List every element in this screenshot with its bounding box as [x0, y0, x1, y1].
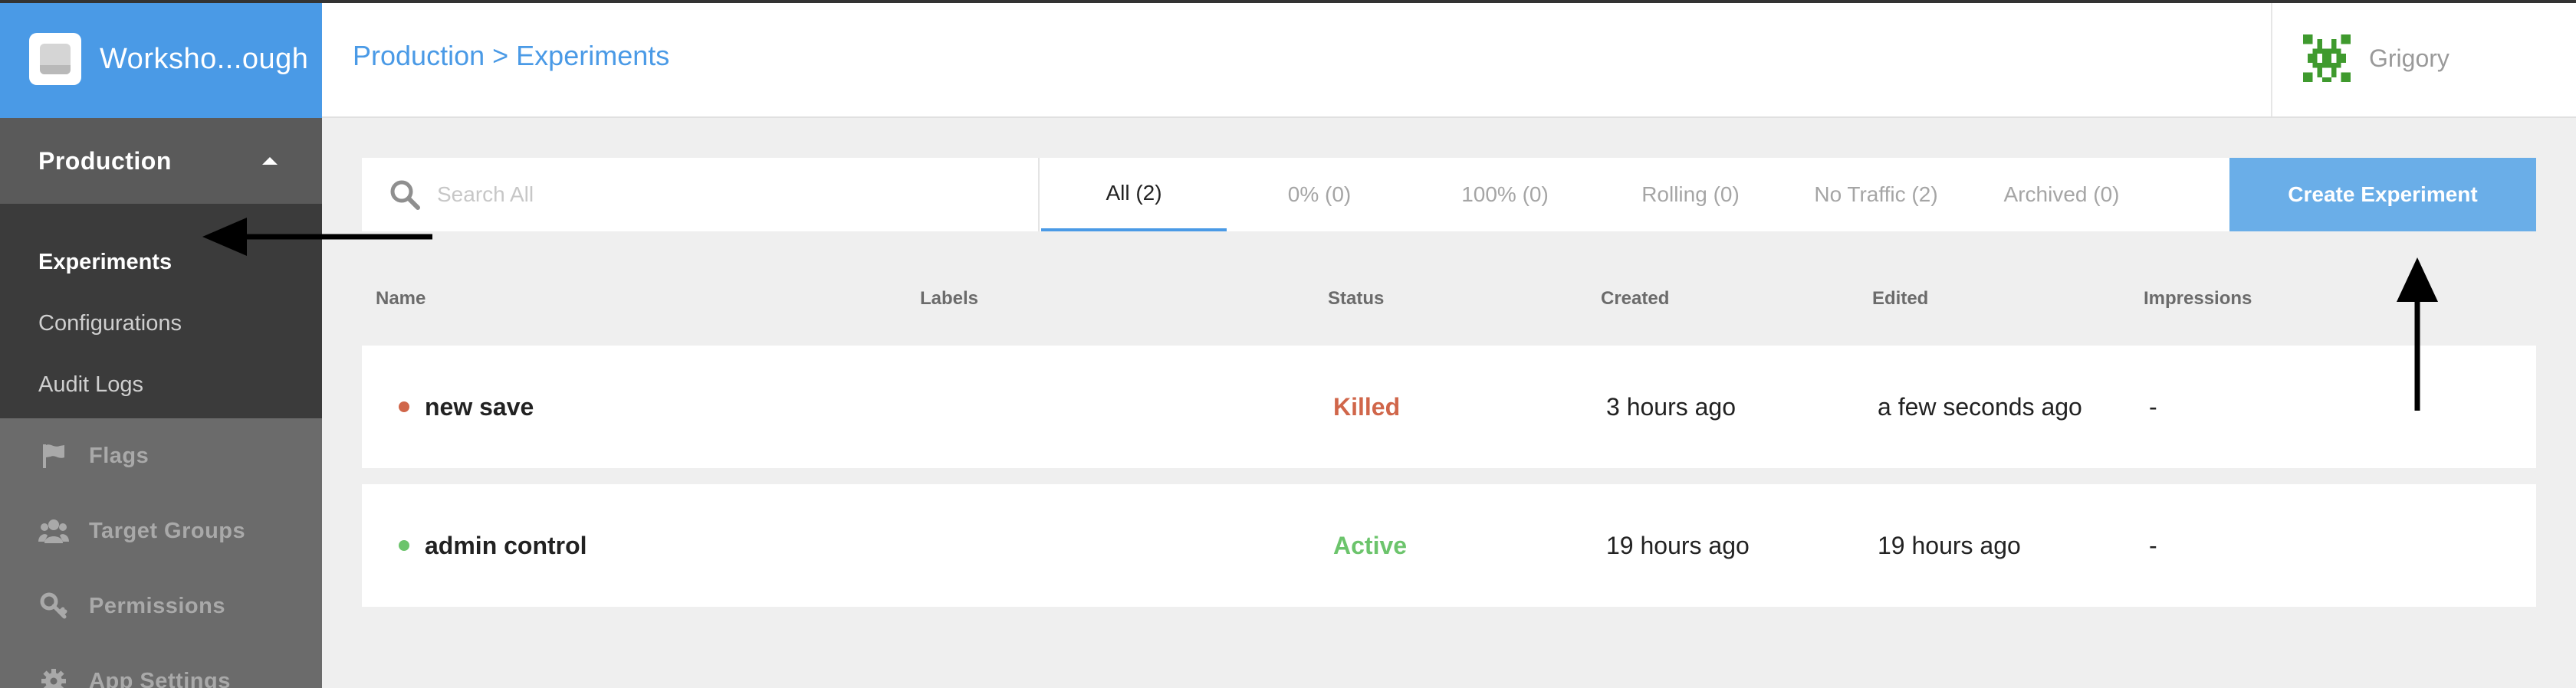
sidebar-item-label: Permissions — [89, 593, 225, 618]
main-nav: Flags Target Groups Permissions App Sett… — [0, 418, 322, 688]
flag-icon — [38, 441, 69, 471]
breadcrumb-separator: > — [492, 40, 509, 71]
tab-hundred-percent[interactable]: 100% (0) — [1412, 158, 1598, 231]
caret-up-icon — [262, 157, 278, 165]
sidebar-item-permissions[interactable]: Permissions — [0, 568, 322, 644]
status-badge: Killed — [1333, 392, 1401, 421]
subnav-item-configurations[interactable]: Configurations — [0, 293, 322, 354]
user-menu[interactable]: Grigory — [2271, 0, 2576, 116]
sidebar-item-label: Target Groups — [89, 518, 246, 543]
sidebar: Worksho...ough Production Experiments Co… — [0, 0, 322, 688]
table-row[interactable]: admin control Active 19 hours ago 19 hou… — [362, 484, 2536, 607]
column-header-created[interactable]: Created — [1601, 288, 1669, 310]
app-name: Worksho...ough — [100, 42, 309, 75]
environment-selector[interactable]: Production — [0, 118, 322, 204]
app-logo — [29, 33, 81, 85]
users-icon — [38, 516, 69, 546]
environment-label: Production — [38, 146, 172, 175]
column-header-labels[interactable]: Labels — [920, 288, 978, 310]
search-box — [362, 158, 1040, 231]
breadcrumb-environment[interactable]: Production — [353, 40, 485, 71]
experiment-name[interactable]: new save — [425, 393, 534, 421]
user-name: Grigory — [2369, 44, 2450, 72]
sidebar-item-label: Flags — [89, 443, 150, 468]
impressions-value: - — [2149, 531, 2157, 559]
subnav-item-audit-logs[interactable]: Audit Logs — [0, 354, 322, 415]
annotation-arrow-left-icon — [202, 218, 432, 256]
column-header-edited[interactable]: Edited — [1872, 288, 1928, 310]
search-input[interactable] — [437, 182, 1020, 207]
column-header-name[interactable]: Name — [376, 288, 426, 310]
breadcrumb-page[interactable]: Experiments — [516, 40, 669, 71]
tab-archived[interactable]: Archived (0) — [1969, 158, 2154, 231]
column-header-status[interactable]: Status — [1328, 288, 1384, 310]
status-badge: Active — [1333, 531, 1408, 559]
status-dot — [399, 401, 409, 412]
window-top-border — [0, 0, 2576, 3]
tab-all[interactable]: All (2) — [1041, 158, 1227, 231]
sidebar-item-label: App Settings — [89, 668, 231, 688]
avatar — [2303, 34, 2351, 82]
experiments-toolbar: All (2) 0% (0) 100% (0) Rolling (0) No T… — [362, 158, 2536, 231]
breadcrumb: Production > Experiments — [353, 40, 669, 72]
created-time: 19 hours ago — [1606, 531, 1750, 559]
sidebar-item-flags[interactable]: Flags — [0, 418, 322, 493]
annotation-arrow-up-icon — [2397, 257, 2438, 411]
tab-rolling[interactable]: Rolling (0) — [1598, 158, 1783, 231]
edited-time: 19 hours ago — [1878, 531, 2021, 559]
app-brand[interactable]: Worksho...ough — [0, 0, 322, 118]
key-icon — [38, 591, 69, 621]
edited-time: a few seconds ago — [1878, 392, 2082, 421]
created-time: 3 hours ago — [1606, 392, 1737, 421]
status-dot — [399, 540, 409, 551]
column-header-impressions[interactable]: Impressions — [2144, 288, 2252, 310]
gear-icon — [38, 666, 69, 688]
experiment-name[interactable]: admin control — [425, 532, 587, 560]
top-header: Production > Experiments Grigory — [322, 0, 2576, 118]
tab-zero-percent[interactable]: 0% (0) — [1227, 158, 1412, 231]
tab-no-traffic[interactable]: No Traffic (2) — [1783, 158, 1969, 231]
sidebar-item-app-settings[interactable]: App Settings — [0, 644, 322, 688]
sidebar-item-target-groups[interactable]: Target Groups — [0, 493, 322, 568]
impressions-value: - — [2149, 392, 2157, 421]
create-experiment-button[interactable]: Create Experiment — [2229, 158, 2536, 231]
table-row[interactable]: new save Killed 3 hours ago a few second… — [362, 346, 2536, 468]
